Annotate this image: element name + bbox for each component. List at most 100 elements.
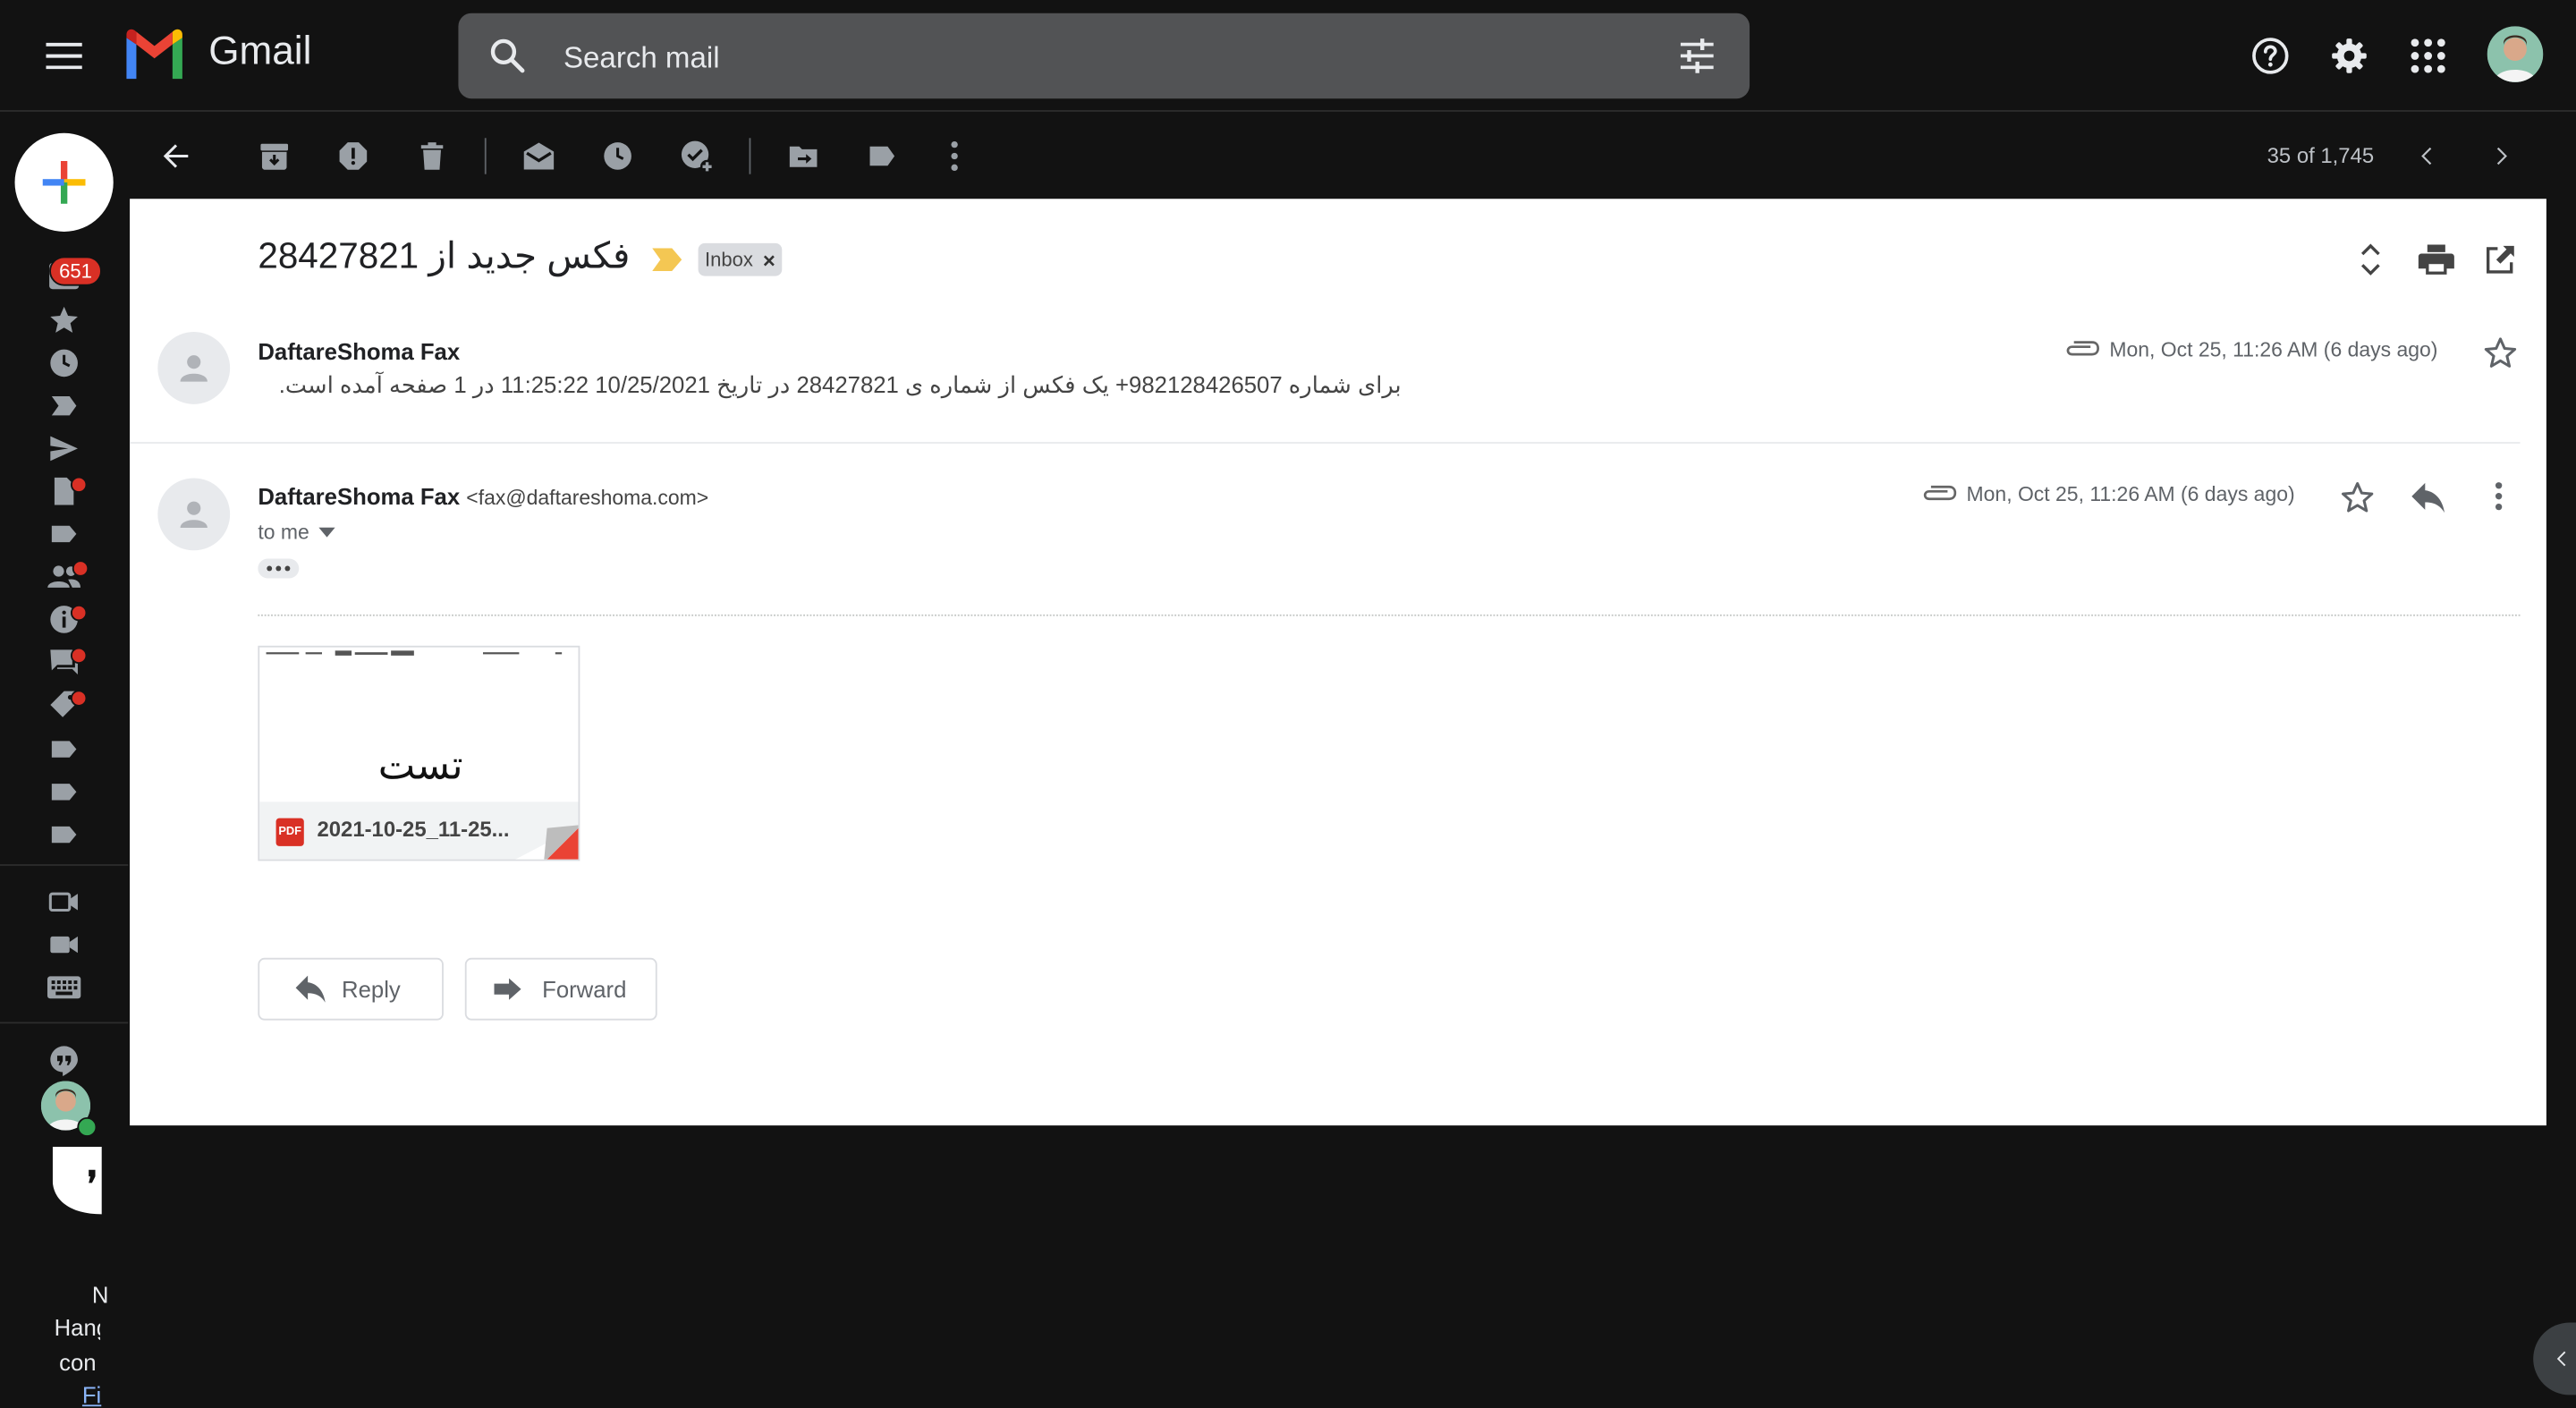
add-to-tasks-button[interactable] (664, 123, 729, 189)
reply-action-button[interactable]: Reply (258, 957, 444, 1021)
attachment-icon (1920, 483, 1957, 503)
meet-keyboard[interactable] (46, 970, 81, 1005)
recipients-text: to me (258, 521, 309, 544)
labels-button[interactable] (850, 123, 915, 189)
sender-name[interactable]: DaftareShoma Fax (258, 338, 460, 364)
help-icon (2252, 38, 2289, 74)
print-button[interactable] (2418, 243, 2454, 276)
sidebar-item-label-4[interactable] (46, 817, 81, 852)
search-bar[interactable] (458, 13, 1750, 102)
pagination-count: 35 of 1,745 (2267, 142, 2375, 168)
archive-icon (260, 143, 289, 170)
sidebar-item-label-3[interactable] (46, 774, 81, 810)
open-in-new-icon (2486, 245, 2514, 274)
clock-icon (50, 349, 78, 377)
hangouts-promo-text-1: N (91, 1281, 109, 1309)
message-snippet[interactable]: برای شماره 982128426507+ یک فکس از شماره… (258, 371, 1402, 399)
star-outline-icon (2484, 337, 2517, 368)
sidebar-item-important[interactable] (46, 387, 81, 423)
gear-icon (2332, 38, 2367, 73)
recipients-toggle[interactable]: to me (258, 521, 336, 544)
person-icon (180, 355, 208, 382)
caret-down-icon (318, 527, 336, 538)
meet-new-meeting[interactable] (46, 884, 81, 920)
reply-icon (2411, 482, 2445, 513)
remove-label-icon[interactable]: × (763, 247, 775, 272)
move-to-button[interactable] (770, 123, 835, 189)
settings-button[interactable] (2317, 23, 2382, 89)
report-spam-button[interactable] (320, 123, 386, 189)
more-options-button[interactable] (921, 123, 987, 189)
sender-avatar[interactable] (157, 478, 231, 551)
reply-icon (295, 975, 326, 1003)
message-more-button[interactable] (2494, 481, 2504, 511)
print-icon (2418, 244, 2454, 275)
search-input[interactable] (560, 13, 1619, 102)
hangouts-promo-link[interactable]: Fi (82, 1382, 102, 1408)
expand-all-button[interactable] (2354, 242, 2387, 277)
message-date: Mon, Oct 25, 11:26 AM (6 days ago) (1966, 482, 2295, 506)
open-new-window-button[interactable] (2484, 243, 2517, 276)
archive-button[interactable] (242, 123, 307, 189)
app-name: Gmail (208, 30, 312, 74)
newer-button[interactable] (2395, 123, 2461, 189)
sidebar-divider (0, 1022, 129, 1024)
sender-email[interactable]: <fax@daftareshoma.com> (466, 487, 708, 510)
sidebar-item-starred[interactable] (46, 302, 81, 338)
show-trimmed-content-button[interactable] (258, 558, 300, 579)
more-horiz-icon (267, 565, 291, 572)
sender-avatar[interactable] (157, 332, 231, 404)
help-button[interactable] (2238, 23, 2303, 89)
sidebar-divider (0, 864, 129, 866)
fax-header-preview (266, 650, 563, 656)
sidebar-item-updates[interactable] (46, 601, 88, 637)
sidebar-item-snoozed[interactable] (46, 345, 81, 381)
account-avatar[interactable] (2487, 26, 2544, 82)
older-button[interactable] (2468, 123, 2533, 189)
sidebar-item-promotions[interactable] (46, 687, 88, 723)
send-icon (50, 436, 78, 462)
mark-unread-button[interactable] (506, 123, 572, 189)
hangouts-button[interactable] (46, 1041, 81, 1077)
important-marker[interactable] (652, 248, 682, 272)
search-icon[interactable] (487, 36, 527, 75)
sidebar-item-label-1[interactable] (46, 516, 81, 552)
inbox-label-chip: Inbox × (698, 242, 783, 276)
delete-button[interactable] (399, 123, 464, 189)
sidebar-item-sent[interactable] (46, 430, 81, 466)
snooze-button[interactable] (585, 123, 650, 189)
gmail-logo[interactable] (122, 28, 187, 81)
message-divider (130, 442, 2521, 444)
show-side-panel-button[interactable] (2533, 1322, 2576, 1395)
person-icon (180, 501, 208, 529)
attachment-card[interactable]: تست PDF 2021-10-25_11-25... (258, 645, 580, 861)
reply-button[interactable] (2410, 481, 2445, 514)
star-button[interactable] (2339, 479, 2375, 515)
hangouts-promo-text-2: Hang (54, 1314, 100, 1341)
back-button[interactable] (143, 123, 208, 189)
meet-join-meeting[interactable] (46, 927, 81, 963)
star-outline-icon (2341, 482, 2374, 513)
search-options-icon[interactable] (1677, 36, 1716, 75)
hangouts-promo-text-3: con (59, 1348, 97, 1376)
chevron-right-icon (2496, 147, 2507, 165)
star-button[interactable] (2482, 335, 2518, 371)
label-icon (51, 784, 77, 801)
unread-dot (70, 476, 88, 494)
email-subject: فکس جدید از 28427821 (258, 234, 631, 276)
sidebar-item-forums[interactable] (46, 644, 88, 680)
sidebar-item-social[interactable] (46, 558, 89, 594)
apps-button[interactable] (2395, 23, 2461, 89)
sidebar-item-label-2[interactable] (46, 731, 81, 767)
sender-name[interactable]: DaftareShoma Fax (258, 483, 460, 509)
forward-action-button[interactable]: Forward (464, 957, 657, 1021)
main-menu-button[interactable] (31, 23, 97, 89)
sidebar-item-drafts[interactable] (46, 473, 88, 509)
hamburger-icon (46, 42, 82, 70)
compose-button[interactable] (14, 132, 114, 232)
clock-icon (604, 142, 631, 170)
more-vert-icon (2495, 482, 2503, 511)
attachment-divider (258, 614, 2521, 616)
chevron-left-icon (2556, 1351, 2566, 1367)
avatar-icon (2487, 26, 2544, 82)
